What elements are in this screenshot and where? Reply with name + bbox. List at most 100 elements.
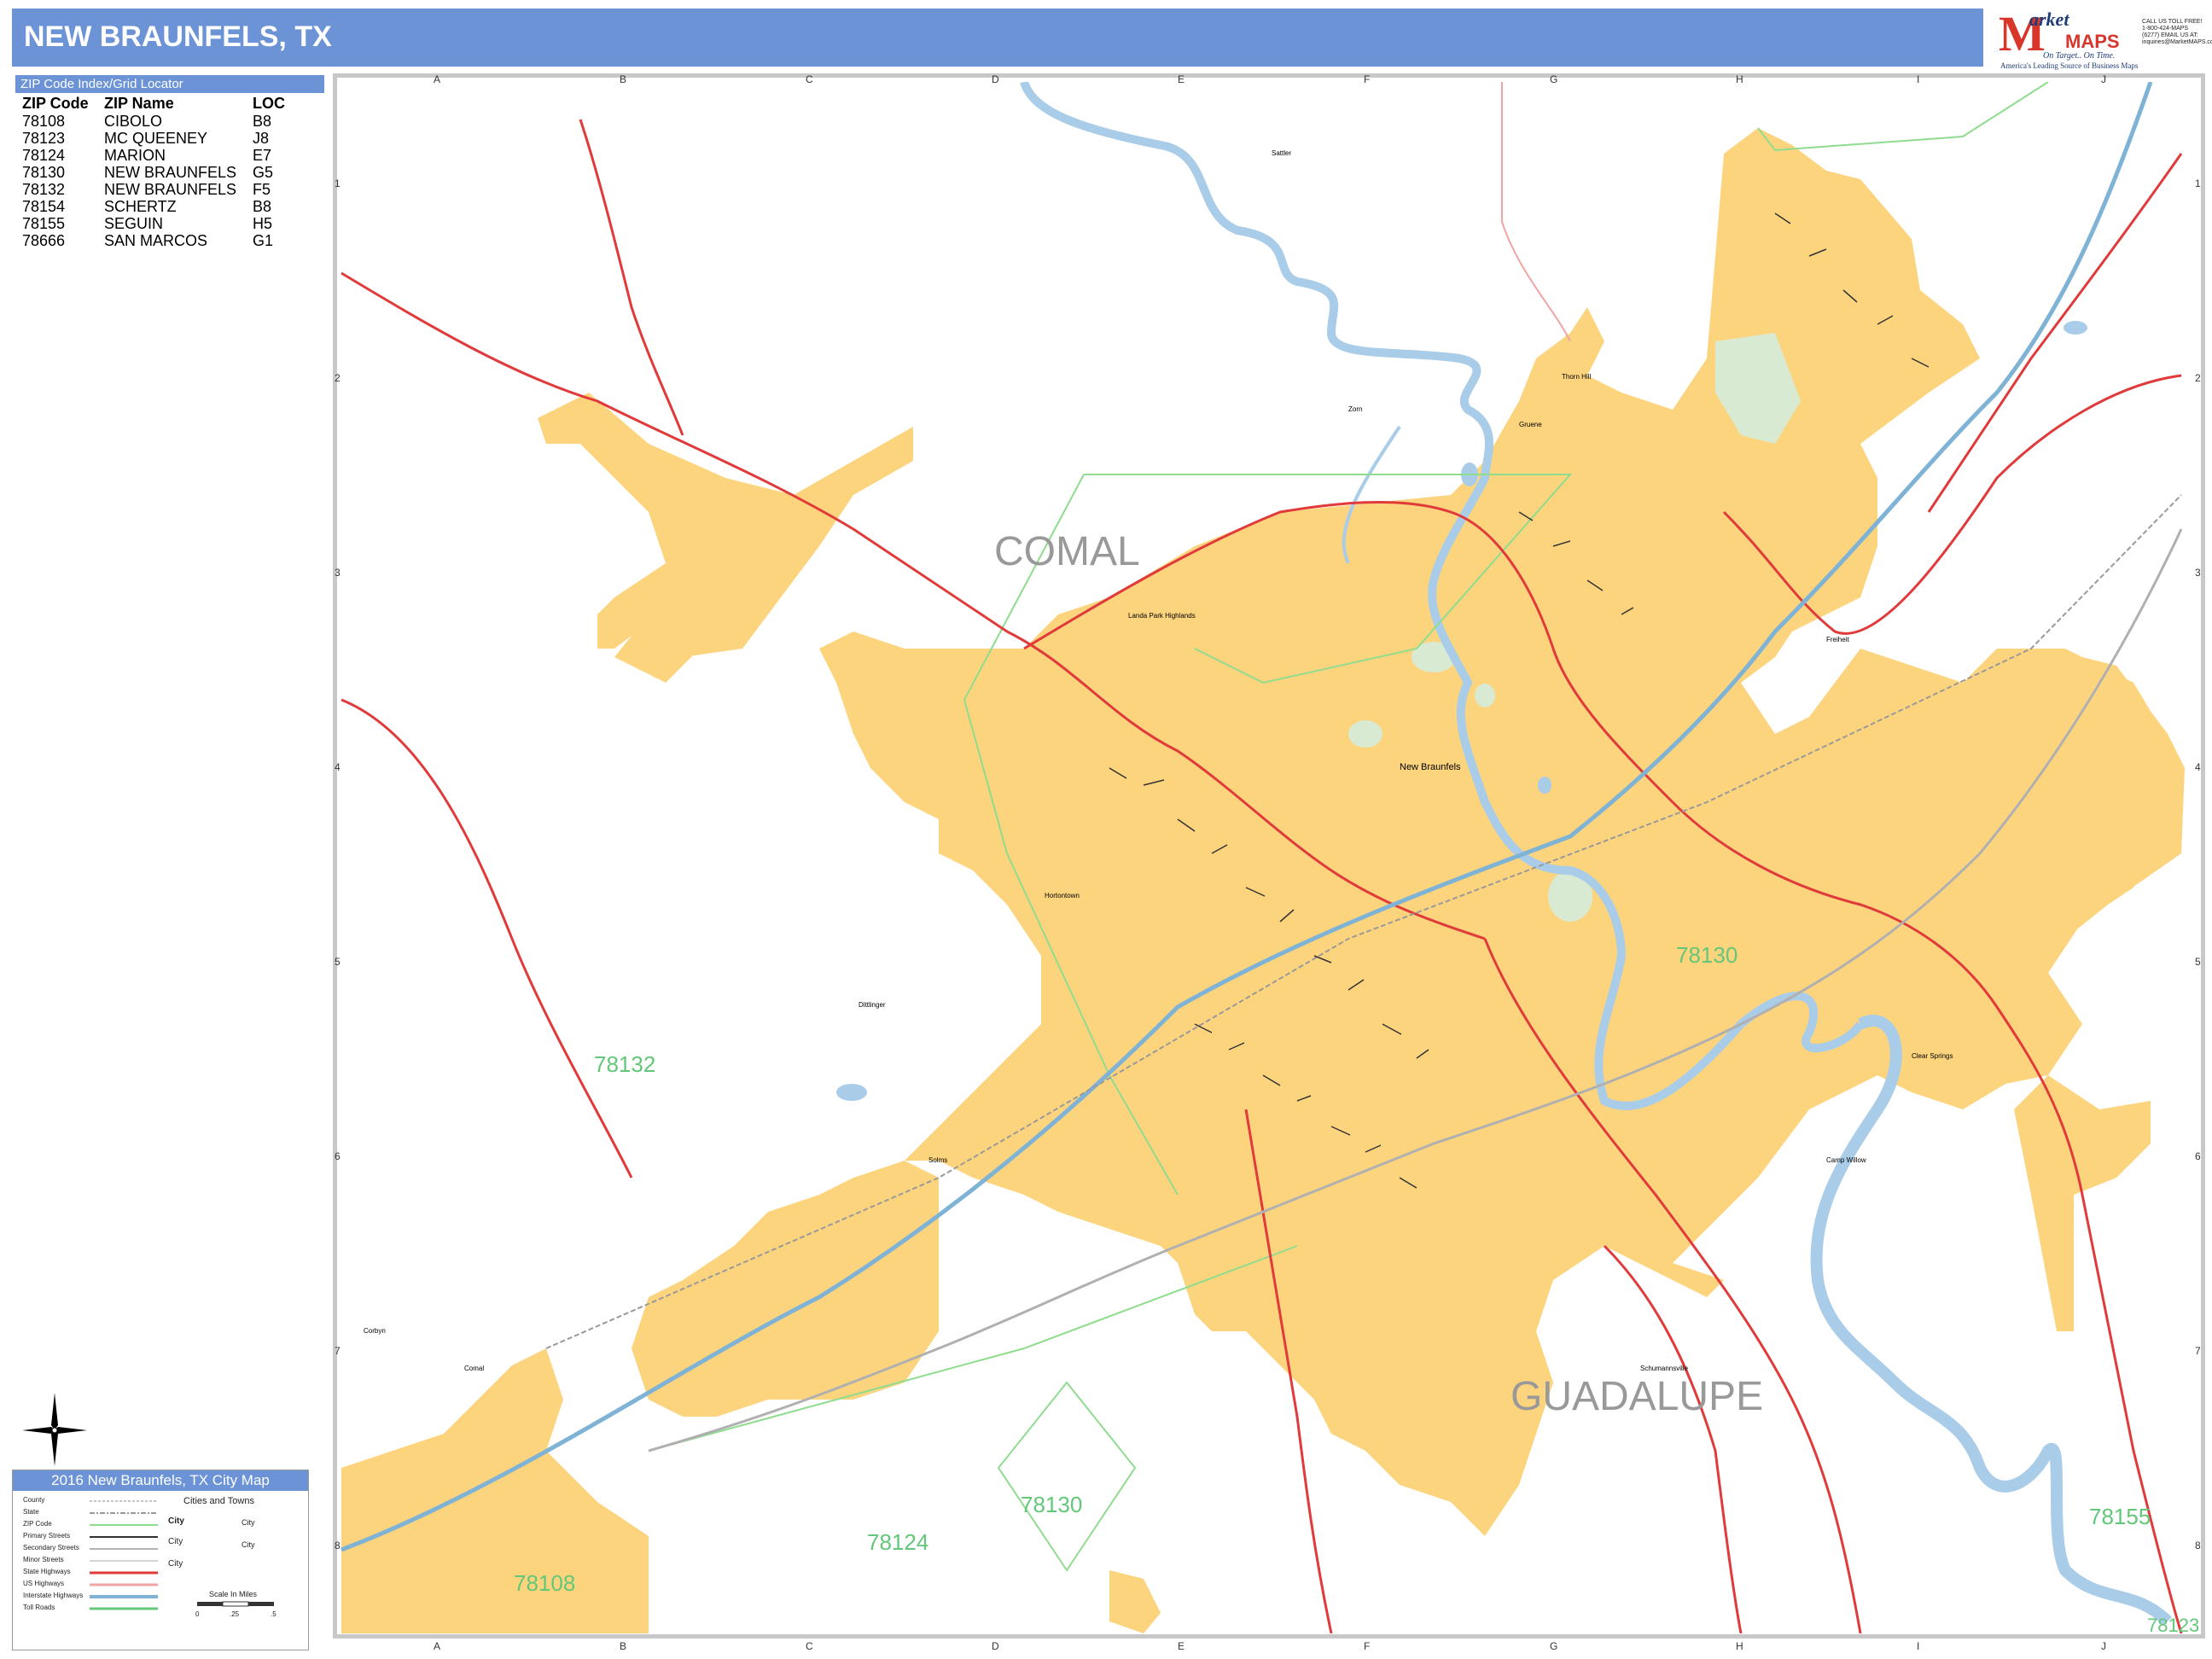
zip-code: 78123 bbox=[22, 130, 66, 147]
zip-code: 78666 bbox=[22, 232, 66, 249]
zip-name: SAN MARCOS bbox=[104, 232, 208, 249]
legend-title: 2016 New Braunfels, TX City Map bbox=[13, 1470, 308, 1491]
place-label: New Braunfels bbox=[1400, 762, 1461, 772]
compass-rose-icon bbox=[22, 1393, 87, 1466]
zip-label: 78130 bbox=[1021, 1492, 1082, 1517]
place-label: Schumannsville bbox=[1640, 1365, 1689, 1372]
place-label: Gruene bbox=[1519, 421, 1542, 428]
place-label: Thorn Hill bbox=[1562, 373, 1591, 381]
grid-letter: J bbox=[2101, 1640, 2106, 1652]
zip-header-name: ZIP Name bbox=[104, 95, 174, 112]
zip-row[interactable]: 78154 SCHERTZ B8 bbox=[15, 198, 324, 215]
zip-header-code: ZIP Code bbox=[22, 95, 89, 112]
zip-label: 78124 bbox=[867, 1529, 928, 1555]
zip-row[interactable]: 78124 MARION E7 bbox=[15, 147, 324, 164]
legend-item: Minor Streets bbox=[23, 1556, 64, 1563]
zip-label: 78123 bbox=[2147, 1615, 2198, 1633]
legend-item: State Highways bbox=[23, 1568, 71, 1575]
logo-market-text: arket bbox=[2029, 9, 2069, 30]
zip-loc: G5 bbox=[253, 164, 274, 181]
grid-letter: I bbox=[1917, 1640, 1920, 1652]
legend-item: State bbox=[23, 1508, 39, 1516]
zip-code: 78124 bbox=[22, 147, 66, 164]
grid-letter: A bbox=[434, 1640, 441, 1652]
zip-loc: H5 bbox=[253, 215, 273, 232]
place-label: Corbyn bbox=[364, 1327, 386, 1335]
zip-name: MARION bbox=[104, 147, 166, 164]
legend-item: Secondary Streets bbox=[23, 1544, 79, 1551]
zip-code: 78155 bbox=[22, 215, 66, 232]
zip-code: 78130 bbox=[22, 164, 66, 181]
place-label: Zorn bbox=[1348, 405, 1362, 413]
legend-scale-title: Scale In Miles bbox=[209, 1590, 258, 1598]
scale-tick: 0 bbox=[195, 1610, 200, 1618]
zip-loc: F5 bbox=[253, 181, 271, 198]
logo-maps-text: MAPS bbox=[2065, 31, 2120, 52]
map-legend: 2016 New Braunfels, TX City Map County S… bbox=[12, 1470, 309, 1650]
place-label: Solms bbox=[928, 1156, 947, 1164]
scale-tick: .25 bbox=[230, 1610, 240, 1618]
place-label: Comal bbox=[464, 1365, 484, 1372]
legend-item: ZIP Code bbox=[23, 1520, 52, 1528]
grid-letter: H bbox=[1736, 1640, 1743, 1652]
zip-name: CIBOLO bbox=[104, 113, 163, 130]
zip-label: 78108 bbox=[514, 1570, 575, 1596]
legend-item: Primary Streets bbox=[23, 1532, 71, 1540]
zip-label: 78130 bbox=[1676, 942, 1738, 968]
logo-subtitle: America's Leading Source of Business Map… bbox=[2000, 61, 2139, 70]
map-canvas[interactable]: COMAL GUADALUPE 78130 78132 78130 78124 … bbox=[340, 82, 2198, 1633]
place-label: Clear Springs bbox=[1912, 1052, 1953, 1060]
zip-loc: B8 bbox=[253, 198, 272, 215]
zip-loc: B8 bbox=[253, 113, 272, 130]
grid-letter: F bbox=[1364, 1640, 1371, 1652]
zip-row[interactable]: 78123 MC QUEENEY J8 bbox=[15, 130, 324, 147]
page-title: NEW BRAUNFELS, TX bbox=[24, 20, 332, 53]
legend-item: Toll Roads bbox=[23, 1604, 55, 1611]
county-label-comal: COMAL bbox=[994, 529, 1140, 574]
zip-row[interactable]: 78108 CIBOLO B8 bbox=[15, 113, 324, 130]
zip-row[interactable]: 78666 SAN MARCOS G1 bbox=[15, 232, 324, 249]
zip-label: 78132 bbox=[594, 1051, 655, 1077]
zip-loc: G1 bbox=[253, 232, 274, 249]
legend-cities-title: Cities and Towns bbox=[183, 1496, 254, 1506]
grid-letter: C bbox=[806, 1640, 813, 1652]
place-label: Hortontown bbox=[1045, 892, 1080, 899]
legend-city-item: City bbox=[168, 1537, 183, 1546]
us-highway bbox=[1501, 82, 1571, 342]
zip-name: SEGUIN bbox=[104, 215, 164, 232]
zip-name: SCHERTZ bbox=[104, 198, 177, 215]
scale-tick: .5 bbox=[271, 1610, 276, 1618]
place-label: Freiheit bbox=[1826, 636, 1849, 643]
grid-letter: G bbox=[1550, 1640, 1558, 1652]
legend-city-item: City bbox=[242, 1540, 255, 1549]
zip-index-panel: ZIP Code Index/Grid Locator ZIP Code ZIP… bbox=[15, 75, 324, 249]
legend-swatches bbox=[90, 1500, 158, 1610]
zip-loc: E7 bbox=[253, 147, 272, 164]
zip-name: MC QUEENEY bbox=[104, 130, 208, 147]
zip-label: 78155 bbox=[2089, 1504, 2151, 1529]
zip-row[interactable]: 78155 SEGUIN H5 bbox=[15, 215, 324, 232]
zip-code: 78108 bbox=[22, 113, 66, 130]
zip-row[interactable]: 78130 NEW BRAUNFELS G5 bbox=[15, 164, 324, 181]
zip-name: NEW BRAUNFELS bbox=[104, 181, 237, 198]
grid-letter: D bbox=[992, 1640, 999, 1652]
zip-index-title: ZIP Code Index/Grid Locator bbox=[15, 75, 324, 93]
grid-letter: E bbox=[1178, 1640, 1185, 1652]
grid-letter: B bbox=[620, 1640, 627, 1652]
logo-contact: CALL US TOLL FREE! 1-800-424-MAPS (6277)… bbox=[2142, 19, 2212, 45]
place-label: Landa Park Highlands bbox=[1128, 612, 1196, 620]
zip-row[interactable]: 78132 NEW BRAUNFELS F5 bbox=[15, 181, 324, 198]
legend-city-item: City bbox=[168, 1559, 183, 1569]
zip-loc: J8 bbox=[253, 130, 270, 147]
legend-city-item: City bbox=[242, 1518, 255, 1527]
zip-header-loc: LOC bbox=[253, 95, 285, 112]
zip-code: 78132 bbox=[22, 181, 66, 198]
legend-item: US Highways bbox=[23, 1580, 65, 1587]
zip-name: NEW BRAUNFELS bbox=[104, 164, 237, 181]
place-label: Sattler bbox=[1272, 149, 1291, 157]
legend-item: County bbox=[23, 1496, 45, 1504]
legend-city-item: City bbox=[168, 1516, 184, 1526]
place-label: Dittlinger bbox=[859, 1001, 886, 1009]
scale-bar bbox=[197, 1601, 274, 1607]
logo-tagline: On Target.. On Time. bbox=[2043, 51, 2116, 61]
